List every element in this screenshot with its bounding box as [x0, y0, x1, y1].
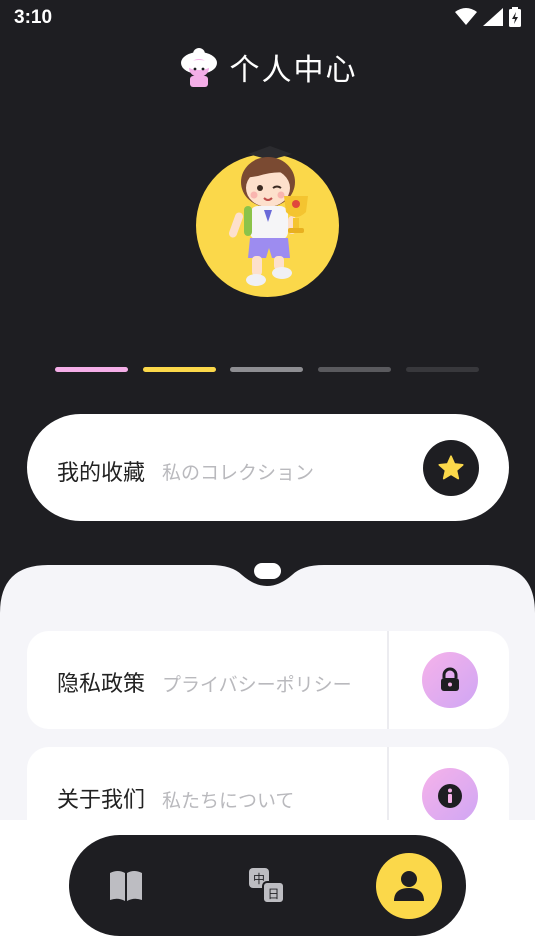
- favorites-subtitle: 私のコレクション: [162, 462, 315, 484]
- signal-icon: [483, 8, 503, 26]
- status-bar: 3:10: [0, 0, 535, 36]
- nav-item-profile[interactable]: [376, 853, 442, 919]
- svg-text:日: 日: [267, 887, 279, 901]
- translate-icon: 中 日: [249, 868, 285, 904]
- page-indicator-dot[interactable]: [230, 367, 303, 372]
- bottom-nav: 中 日: [69, 835, 466, 936]
- star-icon: [438, 455, 464, 480]
- boy-with-trophy-illustration: [228, 146, 308, 286]
- status-time: 3:10: [14, 7, 53, 28]
- battery-charging-icon: [509, 7, 521, 27]
- menu-item-privacy[interactable]: 隐私政策 プライバシーポリシー: [27, 631, 509, 729]
- info-icon: [438, 784, 462, 808]
- status-icons: [455, 7, 521, 27]
- page-indicator-dot[interactable]: [318, 367, 391, 372]
- favorites-button[interactable]: [423, 440, 479, 496]
- wifi-icon: [455, 8, 477, 25]
- svg-text:中: 中: [253, 871, 265, 886]
- privacy-button[interactable]: [422, 652, 478, 708]
- lock-icon: [441, 667, 459, 691]
- page-title: 个人中心: [229, 53, 358, 88]
- book-icon: [110, 871, 142, 901]
- nav-item-library[interactable]: [99, 859, 153, 913]
- favorites-title: 我的收藏: [57, 461, 146, 486]
- user-icon: [394, 871, 424, 901]
- menu-item-subtitle: プライバシーポリシー: [162, 674, 352, 696]
- menu-divider: [387, 631, 389, 729]
- about-button[interactable]: [422, 768, 478, 824]
- menu-item-title: 关于我们: [57, 788, 146, 813]
- page-indicator-dot[interactable]: [55, 367, 128, 372]
- nav-item-translate[interactable]: 中 日: [240, 859, 294, 913]
- page-indicator-dot[interactable]: [406, 367, 479, 372]
- menu-item-subtitle: 私たちについて: [162, 790, 295, 812]
- page-header: 个人中心: [0, 44, 535, 90]
- page-indicator: [55, 367, 480, 373]
- page-indicator-dot[interactable]: [143, 367, 216, 372]
- menu-item-title: 隐私政策: [57, 672, 146, 697]
- favorites-card[interactable]: 我的收藏 私のコレクション: [27, 414, 509, 521]
- kid-face-icon: [180, 48, 217, 87]
